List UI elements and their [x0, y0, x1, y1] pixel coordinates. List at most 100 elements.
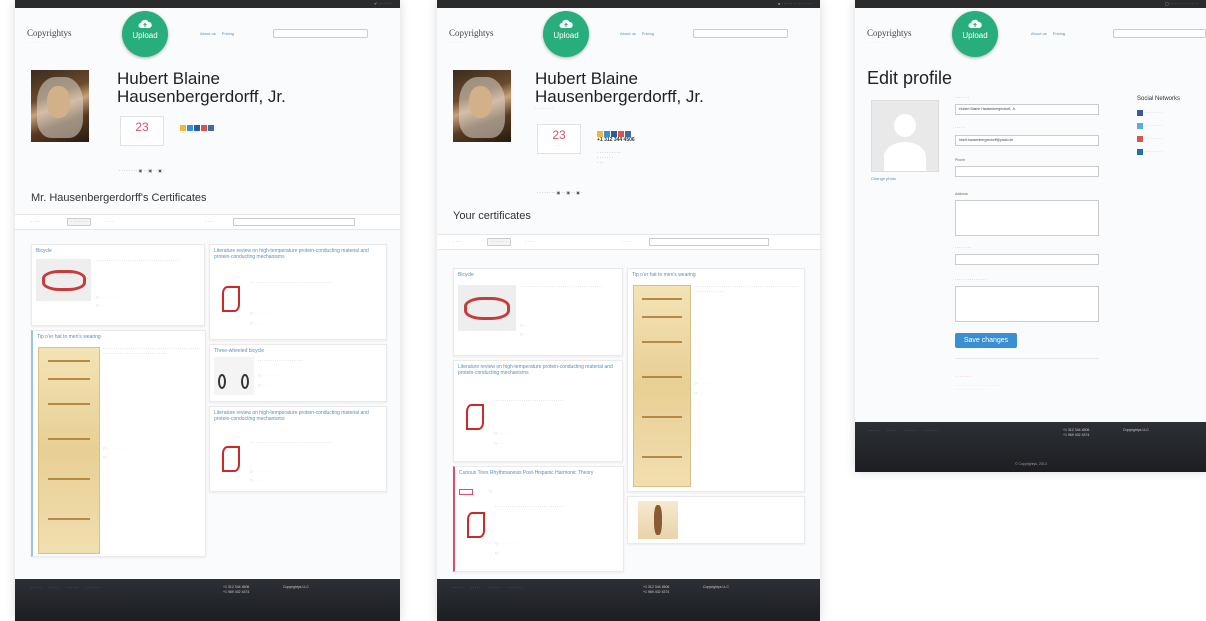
name-field[interactable]: Hubert Blaine Hausenbergerdorff, Jr. — [955, 104, 1099, 115]
card-body: · · · · · · · · · · · · · · · · · · · · … — [495, 505, 565, 509]
email-icon[interactable] — [208, 125, 214, 131]
sort-az-link[interactable]: · · · · — [105, 219, 114, 224]
card-body: · · · · · · · · · · · · · · · · · · · · … — [520, 285, 603, 289]
card-tips[interactable]: Tip o'er hat to men's wearing · · · · · … — [31, 330, 206, 557]
sort-newest-button[interactable]: · · · · · · · — [487, 238, 511, 246]
footer-link[interactable]: · · · · · — [453, 586, 463, 590]
logo[interactable]: Copyrightys — [449, 28, 494, 38]
footer-link[interactable]: · · · · · · · — [924, 429, 938, 433]
sort-newest-button[interactable]: · · · · · · · — [67, 218, 91, 226]
upload-button[interactable]: Upload — [122, 11, 168, 57]
filter-bar: · · · · · · · · · · · · · · · · · · · — [15, 214, 400, 230]
card-title[interactable]: Literature review on high-temperature pr… — [214, 248, 380, 260]
footer-link[interactable]: · · · · · — [869, 429, 879, 433]
nav-pricing-link[interactable]: Pricing — [1053, 31, 1065, 36]
card-lit-review-1[interactable]: Literature review on high-temperature pr… — [209, 244, 387, 340]
card-bicycle[interactable]: Bicycle · · · · · · · · · · · · · · · · … — [453, 268, 623, 356]
card-title[interactable]: Bicycle — [458, 272, 474, 278]
address-field[interactable] — [955, 200, 1099, 236]
phone-field[interactable] — [955, 166, 1099, 177]
card-bicycle[interactable]: Bicycle · · · · · · · · · · · · · · · · … — [31, 244, 205, 326]
twitter-icon — [1137, 123, 1143, 129]
upload-button[interactable]: Upload — [952, 11, 998, 57]
connect-twitter-link[interactable]: · · · · · · · · — [1137, 123, 1162, 129]
show-select[interactable] — [649, 238, 769, 246]
footer-links: · · · · · · · · · · · · · · · · · · · · · ·… — [869, 429, 946, 433]
card-title[interactable]: Tip o'er hat to men's wearing — [632, 272, 696, 278]
footer-link[interactable]: · · · · · · — [904, 429, 916, 433]
cloud-upload-icon — [138, 19, 152, 28]
nav-about-link[interactable]: About us — [1031, 31, 1047, 36]
save-changes-button[interactable]: Save changes — [955, 333, 1017, 348]
footer-company: Copyrightys LLC — [283, 585, 309, 589]
profile-phone: +1 312 344 4506 — [597, 137, 635, 143]
poster-thumbnail — [38, 347, 100, 554]
contact-author-link[interactable]: · · · · · · · · — [180, 130, 198, 135]
card-figure[interactable] — [627, 496, 805, 544]
top-bar-user[interactable]: ● · · · · · · · · · · · · · — [778, 0, 812, 8]
footer-link[interactable]: · · · · · · — [488, 586, 500, 590]
card-title[interactable]: Bicycle — [36, 248, 52, 254]
linkedin-icon[interactable] — [201, 125, 207, 131]
about-field[interactable] — [955, 286, 1099, 322]
upload-label: Upload — [553, 31, 579, 40]
card-curious[interactable]: Curious Tires Rhythmanesis Post-Hispanic… — [453, 466, 624, 572]
change-photo-link[interactable]: Change photo — [871, 176, 896, 181]
edit-profile-link[interactable]: · · · · · · · · — [535, 106, 553, 111]
show-select[interactable] — [233, 218, 355, 226]
delete-account-link[interactable]: · · · · · · · — [955, 374, 971, 379]
card-lit-review[interactable]: Literature review on high-temperature pr… — [453, 360, 623, 462]
email-field[interactable]: hbert.hausenbergerdorff@yaolo.de — [955, 135, 1099, 146]
card-lit-review-2[interactable]: Literature review on high-temperature pr… — [209, 406, 387, 492]
nav-pricing-link[interactable]: Pricing — [222, 31, 234, 36]
sort-az-link[interactable]: · · · · — [525, 239, 534, 244]
card-title[interactable]: Tip o'er hat to men's wearing — [37, 334, 101, 340]
profile-address: · · · · · · · · · · · · · · · · · · · · — [597, 150, 621, 165]
footer-link[interactable]: · · · · · — [887, 429, 897, 433]
top-bar-user[interactable]: ▢ · · · · · · · · · · · · — [1165, 0, 1198, 8]
logo[interactable]: Copyrightys — [27, 28, 72, 38]
website-field[interactable] — [955, 254, 1099, 265]
certificate-count: 23 · · · · · · — [537, 124, 581, 154]
footer-link[interactable]: · · · · · · · — [508, 586, 522, 590]
footer-phones: +1 312 344 4506 +1 969 402 4374 — [1063, 428, 1090, 437]
card-meta: ▢ · · · · · — [250, 478, 262, 482]
connect-linkedin-link[interactable]: · · · · · · · · — [1137, 149, 1162, 155]
main-nav: About us Pricing — [1031, 31, 1071, 36]
show-label: · · · · — [205, 219, 214, 224]
nav-about-link[interactable]: About us — [620, 31, 636, 36]
upload-button[interactable]: Upload — [543, 11, 589, 57]
cloud-upload-icon — [559, 19, 573, 28]
card-meta: ▢ · · · · · · · · · · — [250, 469, 272, 473]
card-title[interactable]: Literature review on high-temperature pr… — [458, 364, 618, 376]
logo[interactable]: Copyrightys — [867, 28, 912, 38]
footer-link[interactable]: · · · · · — [31, 586, 41, 590]
search-input[interactable] — [273, 29, 368, 38]
top-bar-user[interactable]: ✔ · · · · · · — [374, 0, 392, 8]
nav-about-link[interactable]: About us — [200, 31, 216, 36]
card-title[interactable]: Curious Tires Rhythmanesis Post-Hispanic… — [459, 470, 619, 476]
logo-tagline: · · · · · · · · · · — [867, 40, 885, 44]
card-body: · · · · · · · · · · · · · · · · · · · · … — [694, 285, 798, 294]
footer-company: Copyrightys LLC — [1123, 428, 1149, 432]
connect-facebook-link[interactable]: · · · · · · · · — [1137, 110, 1162, 116]
social-icons — [180, 118, 215, 131]
footer-link[interactable]: · · · · · · · — [86, 586, 100, 590]
footer: · · · · · · · · · · · · · · · · · · · · · ·… — [855, 422, 1206, 472]
footer-link[interactable]: · · · · · · — [66, 586, 78, 590]
search-input[interactable] — [1113, 29, 1206, 38]
upload-label: Upload — [132, 31, 158, 40]
footer-link[interactable]: · · · · · — [49, 586, 59, 590]
connect-google-link[interactable]: · · · · · · · · — [1137, 136, 1162, 142]
certificate-count-label: · · · · · · — [553, 143, 565, 147]
search-input[interactable] — [693, 29, 788, 38]
card-title[interactable]: Three-wheeled bicycle — [214, 348, 264, 354]
card-meta: ▢ · · · · · — [520, 332, 532, 336]
footer-link[interactable]: · · · · · — [471, 586, 481, 590]
card-title[interactable]: Literature review on high-temperature pr… — [214, 410, 380, 422]
name-label: · · · · · · · — [955, 96, 969, 100]
card-tips[interactable]: Tip o'er hat to men's wearing · · · · · … — [627, 268, 805, 492]
nav-pricing-link[interactable]: Pricing — [642, 31, 654, 36]
card-three-wheel[interactable]: Three-wheeled bicycle · · · · · · · · · … — [209, 344, 387, 402]
page-title: Edit profile — [867, 68, 953, 88]
